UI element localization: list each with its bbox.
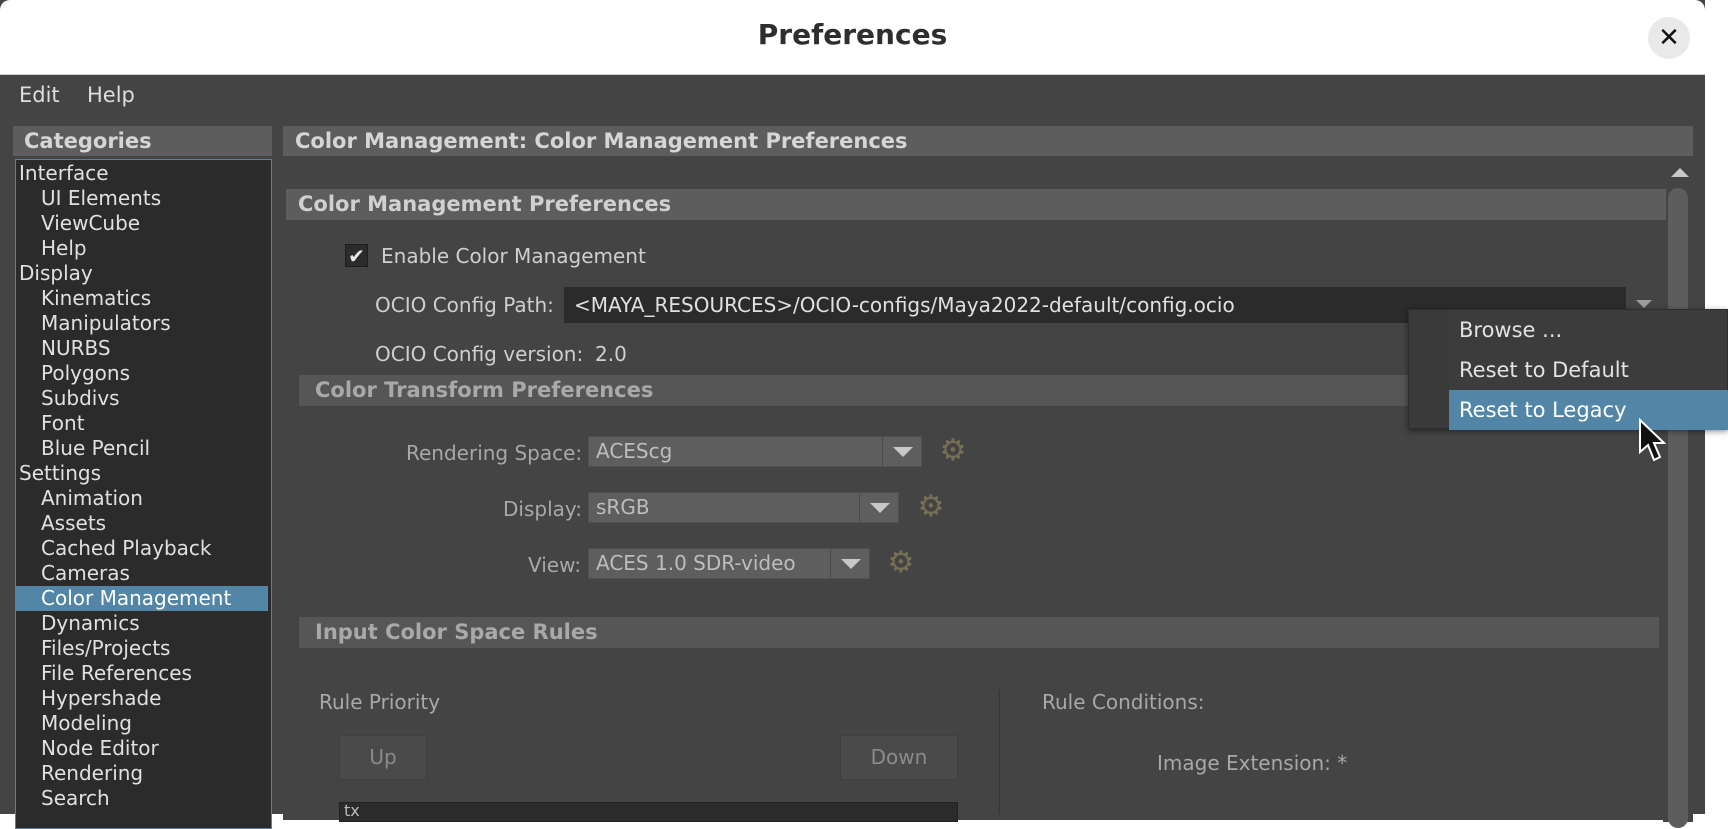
sidebar-item-modeling[interactable]: Modeling: [16, 711, 268, 736]
sidebar-item-rendering[interactable]: Rendering: [16, 761, 268, 786]
section-color-management[interactable]: Color Management Preferences: [286, 189, 1666, 220]
sidebar-item-cameras[interactable]: Cameras: [16, 561, 268, 586]
window-title: Preferences: [757, 18, 948, 51]
menu-item-reset-to-legacy[interactable]: Reset to Legacy: [1449, 390, 1728, 430]
rule-conditions-label: Rule Conditions:: [1042, 690, 1205, 714]
menu-icon-gutter: [1409, 310, 1449, 428]
sidebar-item-search[interactable]: Search: [16, 786, 268, 811]
rule-list-item[interactable]: tx: [344, 803, 360, 820]
sidebar-item-file-references[interactable]: File References: [16, 661, 268, 686]
categories-panel: Categories Interface UI Elements ViewCube H…: [13, 126, 272, 829]
enable-color-management-label: Enable Color Management: [381, 244, 646, 268]
rules-divider: [999, 690, 1000, 814]
display-value: sRGB: [596, 495, 650, 519]
display-label: Display:: [503, 497, 583, 521]
ocio-config-path-label: OCIO Config Path:: [375, 293, 554, 317]
chevron-down-icon: [882, 437, 921, 466]
view-label: View:: [528, 553, 582, 577]
ocio-path-options-menu: Browse ... Reset to Default Reset to Leg…: [1408, 309, 1728, 430]
close-icon: ✕: [1658, 23, 1680, 53]
sidebar-item-node-editor[interactable]: Node Editor: [16, 736, 268, 761]
sidebar-item-assets[interactable]: Assets: [16, 511, 268, 536]
ocio-path-options-arrow-icon[interactable]: [1636, 300, 1652, 308]
menu-item-browse[interactable]: Browse ...: [1449, 310, 1728, 350]
sidebar-item-display[interactable]: Display: [16, 261, 268, 286]
image-extension-label: Image Extension: *: [1157, 751, 1348, 775]
rendering-space-dropdown[interactable]: ACEScg: [588, 436, 922, 467]
mouse-cursor-icon: [1639, 418, 1666, 462]
section-input-color-space-rules[interactable]: Input Color Space Rules: [299, 617, 1659, 648]
sidebar-item-viewcube[interactable]: ViewCube: [16, 211, 268, 236]
scroll-thumb[interactable]: [1668, 188, 1688, 828]
rendering-space-label: Rendering Space:: [406, 441, 583, 465]
gear-icon[interactable]: ⚙: [938, 436, 968, 466]
sidebar-item-animation[interactable]: Animation: [16, 486, 268, 511]
menu-bar: Edit Help: [0, 75, 1705, 115]
sidebar-item-polygons[interactable]: Polygons: [16, 361, 268, 386]
gear-icon[interactable]: ⚙: [886, 548, 916, 578]
sidebar-item-kinematics[interactable]: Kinematics: [16, 286, 268, 311]
main-header: Color Management: Color Management Prefe…: [283, 126, 1693, 156]
sidebar-item-hypershade[interactable]: Hypershade: [16, 686, 268, 711]
sidebar-item-interface[interactable]: Interface: [16, 161, 268, 186]
sidebar-item-cached-playback[interactable]: Cached Playback: [16, 536, 268, 561]
sidebar-item-color-management[interactable]: Color Management: [16, 586, 268, 611]
sidebar-item-font[interactable]: Font: [16, 411, 268, 436]
sidebar-item-help[interactable]: Help: [16, 236, 268, 261]
display-dropdown[interactable]: sRGB: [588, 492, 899, 523]
enable-color-management-checkbox[interactable]: ✔: [345, 244, 368, 268]
gear-icon[interactable]: ⚙: [916, 492, 946, 522]
rule-down-button[interactable]: Down: [840, 735, 958, 780]
ocio-config-version-label: OCIO Config version:: [375, 342, 584, 366]
chevron-down-icon: [859, 493, 898, 522]
ocio-config-version-value: 2.0: [595, 342, 627, 366]
view-dropdown[interactable]: ACES 1.0 SDR-video: [588, 548, 870, 579]
rule-up-button[interactable]: Up: [339, 735, 427, 780]
sidebar-item-ui-elements[interactable]: UI Elements: [16, 186, 268, 211]
sidebar-item-subdivs[interactable]: Subdivs: [16, 386, 268, 411]
categories-header: Categories: [13, 126, 272, 156]
view-value: ACES 1.0 SDR-video: [596, 551, 796, 575]
sidebar-item-nurbs[interactable]: NURBS: [16, 336, 268, 361]
sidebar-item-dynamics[interactable]: Dynamics: [16, 611, 268, 636]
sidebar-item-manipulators[interactable]: Manipulators: [16, 311, 268, 336]
rule-priority-label: Rule Priority: [319, 690, 441, 714]
sidebar-item-blue-pencil[interactable]: Blue Pencil: [16, 436, 268, 461]
scroll-up-arrow-icon[interactable]: [1671, 168, 1689, 177]
chevron-down-icon: [830, 549, 869, 578]
menu-item-reset-to-default[interactable]: Reset to Default: [1449, 350, 1728, 390]
menu-help[interactable]: Help: [87, 83, 135, 107]
vertical-scrollbar[interactable]: [1663, 162, 1693, 828]
menu-edit[interactable]: Edit: [19, 83, 60, 107]
rule-list[interactable]: tx: [339, 802, 958, 822]
title-bar: Preferences ✕: [0, 0, 1705, 75]
rendering-space-value: ACEScg: [596, 439, 673, 463]
check-icon: ✔: [348, 244, 365, 268]
categories-list[interactable]: Interface UI Elements ViewCube Help Display K…: [15, 159, 272, 829]
close-button[interactable]: ✕: [1648, 17, 1690, 59]
sidebar-item-settings[interactable]: Settings: [16, 461, 268, 486]
sidebar-item-files-projects[interactable]: Files/Projects: [16, 636, 268, 661]
